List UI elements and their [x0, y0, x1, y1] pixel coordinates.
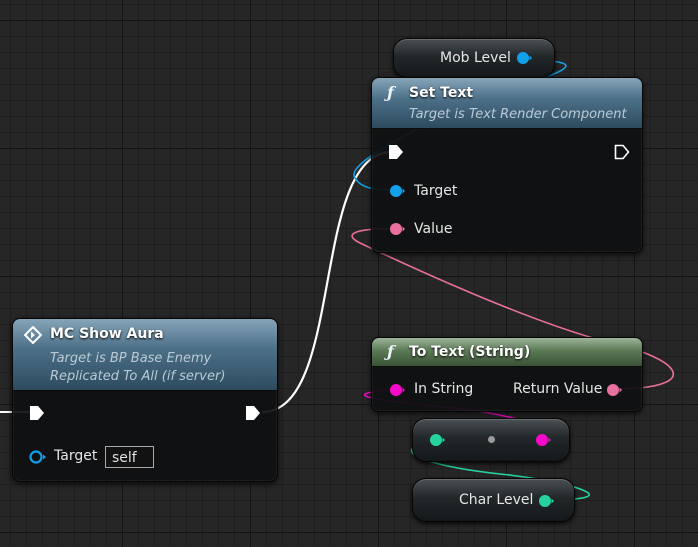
target-pin-icon[interactable]: [389, 184, 405, 198]
node-subtitle-line-1: Target is BP Base Enemy: [50, 351, 212, 366]
target-pin-icon[interactable]: [29, 450, 47, 464]
to-text-string-node[interactable]: ƒ To Text (String) In String Return Valu…: [371, 337, 643, 412]
exec-in-pin-icon[interactable]: [388, 144, 404, 160]
event-icon: [24, 326, 42, 344]
conversion-node[interactable]: [412, 418, 570, 462]
node-title: Set Text: [409, 85, 474, 101]
exec-in-pin-icon[interactable]: [29, 405, 45, 421]
target-pin-label: Target: [414, 183, 458, 199]
node-title: MC Show Aura: [50, 326, 164, 342]
node-title: To Text (String): [409, 344, 531, 360]
char-level-node[interactable]: Char Level: [412, 478, 575, 522]
mob-level-label: Mob Level: [440, 50, 511, 66]
return-value-pin-label: Return Value: [513, 381, 603, 397]
in-string-pin-icon[interactable]: [389, 383, 405, 397]
set-text-node[interactable]: ƒ Set Text Target is Text Render Compone…: [371, 77, 643, 253]
function-icon: ƒ: [387, 83, 394, 102]
mob-level-node[interactable]: Mob Level: [393, 38, 555, 78]
return-value-pin-icon[interactable]: [606, 383, 622, 397]
value-pin-label: Value: [414, 221, 453, 237]
string-out-pin-icon[interactable]: [535, 433, 551, 447]
conversion-dot-icon: [488, 436, 495, 443]
target-default-field[interactable]: self: [105, 446, 154, 468]
exec-out-pin-icon[interactable]: [245, 405, 261, 421]
char-level-label: Char Level: [459, 492, 534, 508]
mc-show-aura-node[interactable]: MC Show Aura Target is BP Base Enemy Rep…: [12, 318, 278, 482]
node-subtitle: Target is Text Render Component: [409, 107, 627, 122]
exec-out-pin-icon[interactable]: [614, 144, 630, 160]
set-text-header[interactable]: ƒ Set Text Target is Text Render Compone…: [372, 78, 642, 129]
target-pin-label: Target: [54, 448, 98, 464]
object-pin-icon[interactable]: [516, 51, 532, 65]
value-pin-icon[interactable]: [389, 222, 405, 236]
integer-in-pin-icon[interactable]: [429, 433, 445, 447]
function-icon: ƒ: [387, 342, 394, 361]
node-subtitle-line-2: Replicated To All (if server): [50, 369, 226, 384]
mc-show-aura-header[interactable]: MC Show Aura Target is BP Base Enemy Rep…: [13, 319, 277, 391]
integer-pin-icon[interactable]: [538, 494, 554, 508]
to-text-string-header[interactable]: ƒ To Text (String): [372, 338, 642, 367]
in-string-pin-label: In String: [414, 381, 474, 397]
